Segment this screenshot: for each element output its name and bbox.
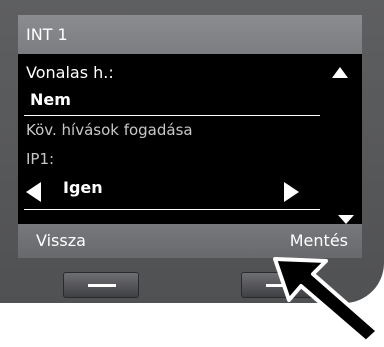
- ip-label: IP1:: [26, 150, 55, 168]
- line-label: Vonalas h.:: [26, 63, 114, 82]
- display-screen: INT 1 Vonalas h.: Nem Köv. hívások fogad…: [18, 15, 362, 224]
- ip-value[interactable]: Igen: [63, 178, 103, 197]
- softkey-left-label: Vissza: [36, 231, 86, 250]
- arrow-right-icon[interactable]: [283, 182, 299, 202]
- back-button[interactable]: [63, 272, 139, 298]
- scroll-up-icon: [332, 67, 348, 79]
- arrow-left-icon[interactable]: [26, 182, 42, 202]
- pointer-arrow-icon: [272, 255, 384, 345]
- accept-calls-label: Köv. hívások fogadása: [26, 121, 193, 139]
- screen-title: INT 1: [18, 15, 362, 54]
- softkey-right-label: Mentés: [289, 231, 348, 250]
- divider: [24, 209, 320, 210]
- divider: [24, 115, 320, 116]
- softkey-bar: Vissza Mentés: [18, 224, 362, 258]
- scroll-down-icon: [338, 215, 354, 224]
- line-value[interactable]: Nem: [30, 90, 71, 109]
- dash-icon: [88, 284, 116, 287]
